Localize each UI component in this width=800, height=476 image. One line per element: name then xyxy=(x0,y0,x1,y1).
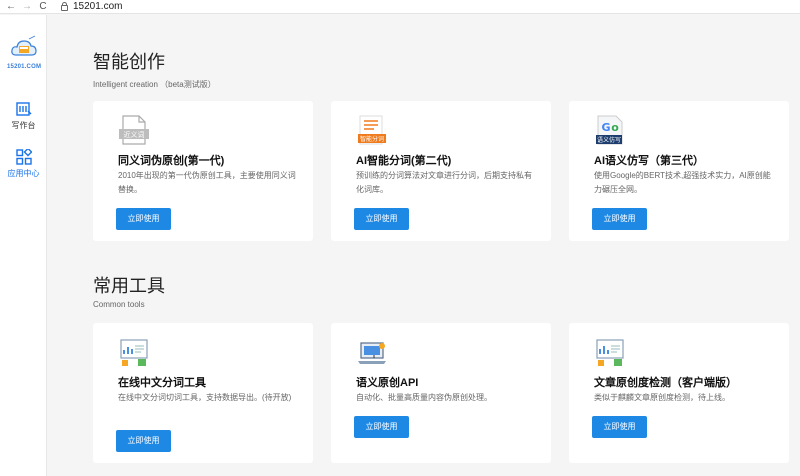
laptop-api-icon xyxy=(358,342,386,364)
icon-label: 语义仿写 xyxy=(597,136,621,144)
writing-desk-icon xyxy=(15,102,31,116)
monitor-check-icon xyxy=(596,339,624,366)
smart-segment-icon: 智能分词 xyxy=(358,115,386,145)
svg-text:o: o xyxy=(611,121,619,134)
card-description: 在线中文分词切词工具，支持数据导出。(待开放) xyxy=(118,393,292,402)
synonym-doc-icon: 近义词 xyxy=(119,115,149,145)
cloud-logo-icon xyxy=(10,35,37,56)
monitor-chart-icon xyxy=(120,339,148,366)
section-title-intelligent-creation: 智能创作 xyxy=(93,52,165,72)
icon-label: 智能分词 xyxy=(360,135,384,143)
back-arrow-icon[interactable]: ← xyxy=(3,0,19,14)
card-title: 文章原创度检测（客户端版） xyxy=(594,377,737,389)
address-bar[interactable]: 15201.com xyxy=(73,1,122,12)
use-now-button[interactable]: 立即使用 xyxy=(116,430,171,452)
card-smart-segmentation: 智能分词 AI智能分词(第二代) 预训练的分词算法对文章进行分词，后期支持私有化… xyxy=(331,101,551,241)
app-center-icon xyxy=(15,149,32,165)
card-title: 语义原创API xyxy=(356,377,419,389)
logo-text: 15201.COM xyxy=(7,64,42,70)
card-description: 类似于麒麟文章原创度检测，待上线。 xyxy=(594,393,730,402)
site-logo[interactable]: 15201.COM xyxy=(7,33,42,77)
reload-icon[interactable]: C xyxy=(35,0,51,14)
browser-bar: ← → C 15201.com xyxy=(0,0,800,14)
card-semantic-api: 语义原创API 自动化、批量高质量内容伪原创处理。 立即使用 xyxy=(331,323,551,463)
svg-text:G: G xyxy=(601,121,610,134)
use-now-button[interactable]: 立即使用 xyxy=(592,208,647,230)
card-title: 在线中文分词工具 xyxy=(118,377,206,389)
sidebar-item-label: 写作台 xyxy=(11,121,36,130)
use-now-button[interactable]: 立即使用 xyxy=(354,416,409,438)
google-rewrite-icon: G o 语义仿写 xyxy=(596,115,623,145)
lock-icon xyxy=(61,1,68,11)
card-synonym-rewrite: 近义词 同义词伪原创(第一代) 2010年出现的第一代伪原创工具，主要使用同义词… xyxy=(93,101,313,241)
sidebar-item-app-center[interactable]: 应用中心 xyxy=(0,149,47,179)
card-title: AI语义仿写（第三代） xyxy=(594,155,704,167)
card-title: AI智能分词(第二代) xyxy=(356,155,452,167)
section-title-common-tools: 常用工具 xyxy=(93,276,165,296)
card-description: 2010年出现的第一代伪原创工具，主要使用同义词替换。 xyxy=(118,171,296,194)
card-semantic-rewrite: G o 语义仿写 AI语义仿写（第三代） 使用Google的BERT技术,超强技… xyxy=(569,101,789,241)
card-description: 自动化、批量高质量内容伪原创处理。 xyxy=(356,393,492,402)
use-now-button[interactable]: 立即使用 xyxy=(116,208,171,230)
section-subtitle: Common tools xyxy=(93,300,145,309)
use-now-button[interactable]: 立即使用 xyxy=(354,208,409,230)
card-originality-check: 文章原创度检测（客户端版） 类似于麒麟文章原创度检测，待上线。 立即使用 xyxy=(569,323,789,463)
sidebar: 15201.COM 写作台 应用中心 xyxy=(0,15,47,476)
use-now-button[interactable]: 立即使用 xyxy=(592,416,647,438)
card-title: 同义词伪原创(第一代) xyxy=(118,155,225,167)
sidebar-item-label: 应用中心 xyxy=(7,169,40,178)
sidebar-item-writing-desk[interactable]: 写作台 xyxy=(0,101,47,131)
section-subtitle: Intelligent creation （beta测试版） xyxy=(93,80,216,89)
card-description: 预训练的分词算法对文章进行分词，后期支持私有化词库。 xyxy=(356,171,532,194)
forward-arrow-icon[interactable]: → xyxy=(19,0,35,14)
card-description: 使用Google的BERT技术,超强技术实力，AI原创能力碾压全网。 xyxy=(594,171,771,194)
icon-label: 近义词 xyxy=(124,130,145,139)
card-chinese-segmentation-tool: 在线中文分词工具 在线中文分词切词工具，支持数据导出。(待开放) 立即使用 xyxy=(93,323,313,463)
